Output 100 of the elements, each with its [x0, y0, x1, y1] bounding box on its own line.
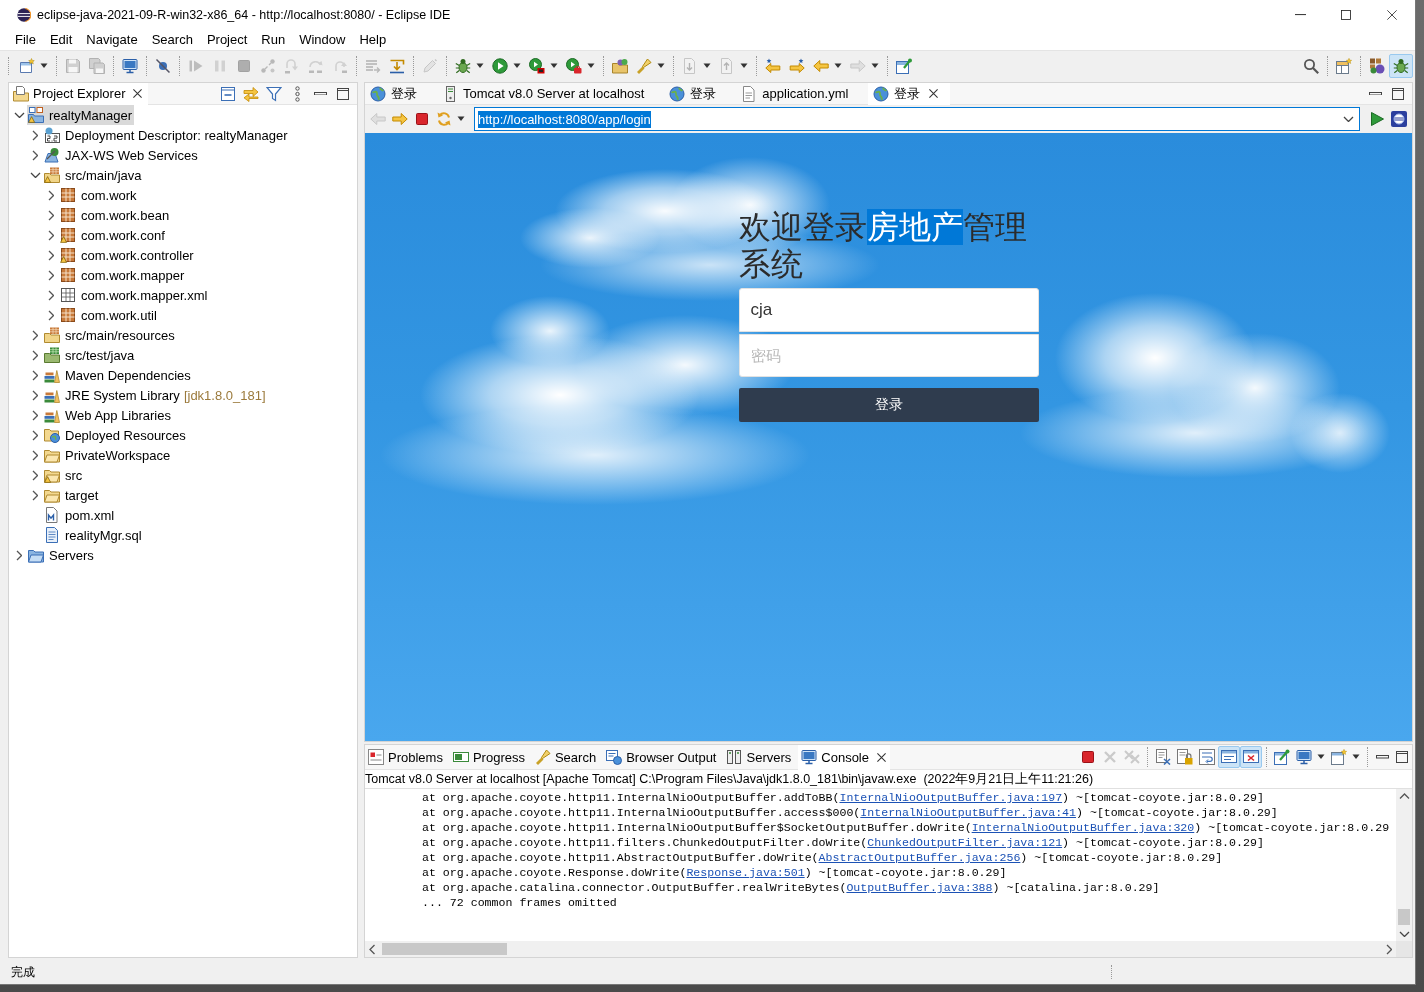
caret-icon[interactable] [657, 62, 665, 69]
view-tab[interactable]: Problems [365, 744, 447, 770]
chevron-down-icon[interactable] [13, 111, 25, 119]
tree-item[interactable]: src/test/java [43, 345, 137, 365]
editor-tab[interactable]: 登录 [868, 82, 951, 105]
chevron-right-icon[interactable] [47, 309, 54, 321]
tree-item[interactable]: com.work.bean [59, 205, 172, 225]
close-icon[interactable] [929, 89, 939, 98]
tree-item[interactable]: src/main/resources [43, 325, 177, 345]
chevron-right-icon[interactable] [47, 249, 54, 261]
source-link[interactable]: Response.java:501 [686, 866, 805, 879]
view-tab[interactable]: Console [798, 744, 890, 770]
tree-item[interactable]: realityMgr.sql [43, 525, 144, 545]
view-tab[interactable]: Progress [449, 744, 529, 770]
editor-tab[interactable]: 登录 [664, 82, 729, 105]
stderr-button[interactable] [1240, 746, 1262, 768]
chevron-right-icon[interactable] [1385, 943, 1392, 955]
caret-icon[interactable] [457, 116, 465, 122]
chevron-down-icon[interactable] [1398, 930, 1410, 937]
close-icon[interactable] [133, 89, 143, 98]
caret-icon[interactable] [513, 62, 521, 69]
tree-item[interactable]: target [43, 485, 101, 505]
source-link[interactable]: AbstractOutputBuffer.java:256 [818, 851, 1021, 864]
source-link[interactable]: InternalNioOutputBuffer.java:41 [860, 806, 1076, 819]
caret-icon[interactable] [476, 62, 484, 69]
scroll-lock-button[interactable] [1174, 746, 1196, 768]
chevron-left-icon[interactable] [369, 943, 376, 955]
word-wrap-button[interactable] [1196, 746, 1218, 768]
caret-icon[interactable] [550, 62, 558, 69]
chevron-right-icon[interactable] [31, 449, 38, 461]
chevron-right-icon[interactable] [31, 489, 38, 501]
view-tab[interactable]: Servers [723, 744, 796, 770]
caret-icon[interactable] [1352, 754, 1360, 760]
tree-item[interactable]: com.work.mapper.xml [59, 285, 210, 305]
caret-icon[interactable] [40, 62, 48, 69]
stdout-button[interactable] [1218, 746, 1240, 768]
editor-tab[interactable]: Tomcat v8.0 Server at localhost [437, 82, 657, 105]
tree-item[interactable]: src/main/java [43, 165, 144, 185]
login-button[interactable]: 登录 [738, 388, 1039, 422]
tree-item[interactable]: com.work.util [59, 305, 159, 325]
password-field[interactable]: 密码 [738, 334, 1039, 377]
scrollbar-thumb[interactable] [381, 943, 507, 955]
chevron-right-icon[interactable] [47, 229, 54, 241]
editor-tab[interactable]: application.yml [736, 82, 861, 105]
tree-item[interactable]: com.work.controller [59, 245, 196, 265]
tree-item[interactable]: com.work [59, 185, 139, 205]
chevron-right-icon[interactable] [31, 129, 38, 141]
source-link[interactable]: InternalNioOutputBuffer.java:320 [971, 821, 1195, 834]
horizontal-scrollbar[interactable] [365, 941, 1396, 957]
tree-item[interactable]: Web App Libraries [43, 405, 173, 425]
tree-item[interactable]: realtyManager [27, 105, 135, 125]
tree-item[interactable]: Maven Dependencies [43, 365, 193, 385]
chevron-up-icon[interactable] [1398, 793, 1410, 800]
chevron-down-icon[interactable] [29, 171, 41, 179]
caret-icon[interactable] [834, 62, 842, 69]
tree-item[interactable]: JRE System Library [jdk1.8.0_181] [43, 385, 268, 405]
tree-item[interactable]: com.work.conf [59, 225, 167, 245]
external-browser-button[interactable] [1388, 108, 1410, 130]
tree-item[interactable]: com.work.mapper [59, 265, 187, 285]
tree-item[interactable]: Servers [27, 545, 96, 565]
editor-tab[interactable]: 登录 [365, 82, 429, 105]
tree-item[interactable]: Deployed Resources [43, 425, 188, 445]
chevron-right-icon[interactable] [47, 189, 54, 201]
chevron-right-icon[interactable] [31, 349, 38, 361]
source-link[interactable]: OutputBuffer.java:388 [846, 881, 993, 894]
tree-item[interactable]: Deployment Descriptor: realtyManager [43, 125, 290, 145]
chevron-right-icon[interactable] [31, 409, 38, 421]
chevron-right-icon[interactable] [31, 469, 38, 481]
chevron-right-icon[interactable] [31, 369, 38, 381]
source-link[interactable]: InternalNioOutputBuffer.java:197 [839, 791, 1063, 804]
tree-item[interactable]: pom.xml [43, 505, 117, 525]
chevron-right-icon[interactable] [47, 209, 54, 221]
caret-icon[interactable] [1317, 754, 1325, 760]
menu-item[interactable]: Project [199, 30, 255, 50]
menu-item[interactable]: Edit [42, 30, 80, 50]
tree-item[interactable]: src [43, 465, 85, 485]
chevron-right-icon[interactable] [31, 149, 38, 161]
chevron-right-icon[interactable] [15, 549, 22, 561]
username-field[interactable]: cja [738, 288, 1039, 332]
close-icon[interactable] [877, 752, 886, 762]
chevron-right-icon[interactable] [31, 329, 38, 341]
debug-perspective-button[interactable] [1389, 53, 1413, 78]
view-tab[interactable]: Browser Output [603, 744, 721, 770]
menu-item[interactable]: File [8, 30, 43, 50]
view-tab[interactable]: Project Explorer [9, 82, 149, 105]
vertical-scrollbar[interactable] [1396, 789, 1412, 941]
menu-item[interactable]: Navigate [79, 30, 145, 50]
chevron-down-icon[interactable] [1343, 115, 1354, 123]
view-tab[interactable]: Search [531, 744, 601, 770]
tree-item[interactable]: PrivateWorkspace [43, 445, 173, 465]
chevron-right-icon[interactable] [47, 269, 54, 281]
menu-item[interactable]: Help [352, 30, 394, 50]
chevron-right-icon[interactable] [47, 289, 54, 301]
menu-item[interactable]: Run [254, 30, 293, 50]
scrollbar-thumb[interactable] [1398, 908, 1410, 925]
menu-item[interactable]: Window [292, 30, 353, 50]
menu-item[interactable]: Search [144, 30, 200, 50]
chevron-right-icon[interactable] [31, 389, 38, 401]
source-link[interactable]: ChunkedOutputFilter.java:121 [867, 836, 1063, 849]
tree-item[interactable]: JAX-WS Web Services [43, 145, 200, 165]
